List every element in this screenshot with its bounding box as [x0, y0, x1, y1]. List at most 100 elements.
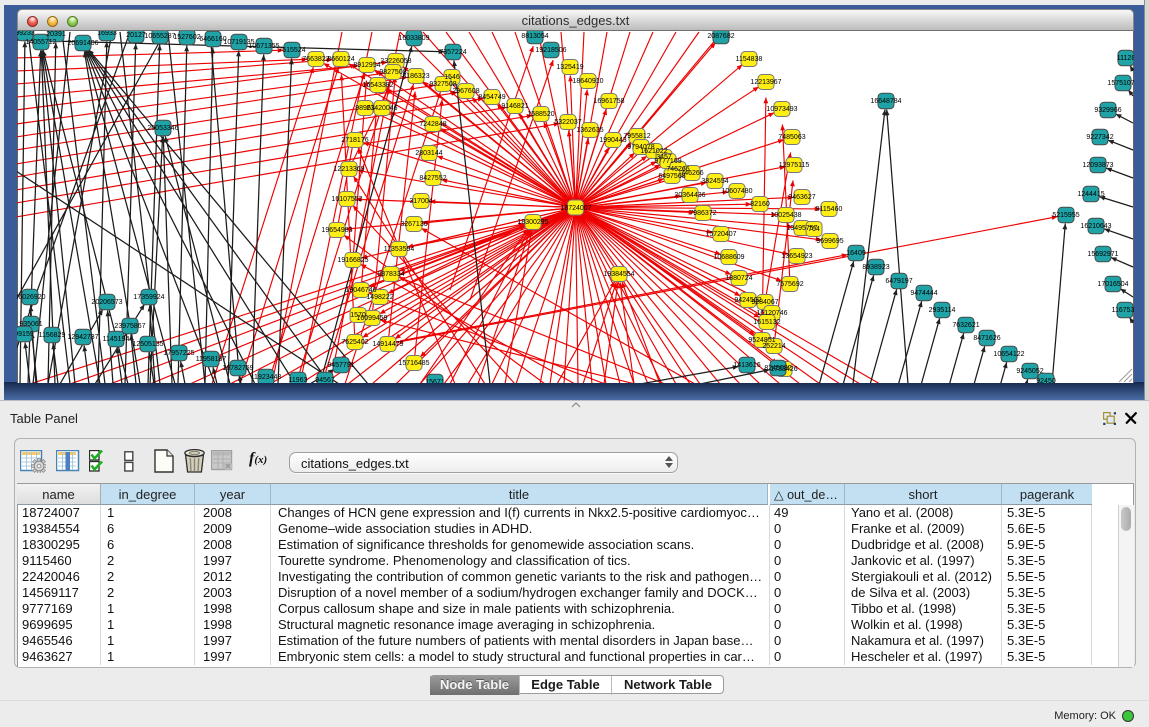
svg-text:19654983: 19654983 [321, 227, 352, 234]
svg-text:7625402: 7625402 [341, 339, 368, 346]
svg-text:10688609: 10688609 [713, 254, 744, 261]
svg-text:8660124: 8660124 [327, 56, 354, 63]
svg-text:15720407: 15720407 [705, 231, 736, 238]
svg-text:15671: 15671 [425, 379, 445, 383]
svg-text:10025438: 10025438 [770, 212, 801, 219]
svg-text:16961758: 16961758 [593, 98, 624, 105]
svg-text:1244415: 1244415 [1077, 191, 1104, 198]
svg-text:10655287: 10655287 [144, 33, 175, 40]
svg-text:7485063: 7485063 [778, 134, 805, 141]
svg-text:14914479: 14914479 [372, 341, 403, 348]
svg-text:17957225: 17957225 [163, 350, 194, 357]
svg-text:15751074: 15751074 [1107, 80, 1134, 87]
svg-text:8878334: 8878334 [377, 271, 404, 278]
svg-text:19218506: 19218506 [535, 47, 566, 54]
svg-text:18640910: 18640910 [572, 78, 603, 85]
svg-text:82160: 82160 [750, 201, 770, 208]
svg-text:20391: 20391 [46, 31, 66, 38]
svg-text:7955812: 7955812 [623, 133, 650, 140]
svg-text:20364436: 20364436 [674, 192, 705, 199]
svg-text:7242848: 7242848 [419, 121, 446, 128]
svg-text:1498222: 1498222 [366, 294, 393, 301]
svg-text:2803144: 2803144 [415, 150, 442, 157]
svg-text:1615132: 1615132 [753, 319, 780, 326]
svg-text:764: 764 [808, 226, 820, 233]
svg-text:18300295: 18300295 [517, 219, 548, 226]
svg-text:9777169: 9777169 [654, 158, 681, 165]
svg-text:8245032: 8245032 [764, 365, 791, 372]
svg-text:9329966: 9329966 [1094, 107, 1121, 114]
svg-text:9327508: 9327508 [429, 81, 456, 88]
svg-text:17359924: 17359924 [133, 294, 164, 301]
svg-text:99159: 99159 [17, 331, 34, 338]
svg-text:6479197: 6479197 [885, 278, 912, 285]
svg-text:1362635: 1362635 [576, 127, 603, 134]
svg-text:12505135: 12505135 [132, 341, 163, 348]
svg-text:1154838: 1154838 [736, 56, 763, 63]
svg-text:2087682: 2087682 [707, 33, 734, 40]
svg-text:9115460: 9115460 [816, 206, 843, 213]
svg-text:23975867: 23975867 [114, 323, 145, 330]
svg-text:2935114: 2935114 [929, 307, 956, 314]
svg-text:12942737: 12942737 [67, 334, 98, 341]
svg-text:11963: 11963 [289, 377, 308, 383]
svg-text:9474444: 9474444 [910, 290, 937, 297]
svg-text:92450: 92450 [1036, 378, 1056, 383]
svg-text:9284067: 9284067 [751, 299, 778, 306]
svg-text:16033809: 16033809 [398, 35, 429, 42]
svg-text:3824554: 3824554 [701, 178, 728, 185]
svg-text:8454749: 8454749 [478, 94, 505, 101]
svg-text:1588520: 1588520 [527, 111, 554, 118]
svg-text:10654122: 10654122 [993, 351, 1024, 358]
svg-text:20053346: 20053346 [147, 125, 178, 132]
svg-text:12213967: 12213967 [750, 79, 781, 86]
svg-text:9699695: 9699695 [816, 238, 843, 245]
svg-text:8427552: 8427552 [419, 175, 446, 182]
svg-text:7986372: 7986372 [689, 210, 716, 217]
svg-text:7632621: 7632621 [952, 322, 979, 329]
svg-text:317004: 317004 [409, 198, 432, 205]
svg-text:19046746: 19046746 [345, 287, 376, 294]
svg-text:19384554: 19384554 [603, 271, 634, 278]
svg-text:14055712: 14055712 [25, 39, 56, 46]
svg-text:1527602: 1527602 [173, 34, 200, 41]
svg-text:15716485: 15716485 [398, 360, 429, 367]
svg-text:12093873: 12093873 [1082, 162, 1113, 169]
svg-text:8813054: 8813054 [521, 33, 548, 40]
svg-text:18724007: 18724007 [560, 205, 591, 212]
svg-text:935061: 935061 [19, 321, 42, 328]
svg-text:7663822: 7663822 [302, 56, 329, 63]
svg-text:9245052: 9245052 [1016, 368, 1043, 375]
svg-text:8912954: 8912954 [353, 62, 380, 69]
svg-text:8186323: 8186323 [402, 73, 429, 80]
svg-text:16543382: 16543382 [362, 82, 393, 89]
svg-text:3267130: 3267130 [400, 221, 427, 228]
svg-text:20691406: 20691406 [67, 40, 98, 47]
svg-text:1413616: 1413616 [733, 362, 760, 369]
svg-text:1156829: 1156829 [39, 332, 66, 339]
svg-text:11923448: 11923448 [251, 374, 282, 381]
svg-text:16210643: 16210643 [1080, 223, 1111, 230]
svg-text:26026920: 26026920 [17, 294, 46, 301]
svg-text:15692971: 15692971 [1087, 251, 1118, 258]
svg-text:1325419: 1325419 [556, 64, 583, 71]
svg-text:9146821: 9146821 [501, 103, 528, 110]
svg-text:9227342: 9227342 [1086, 134, 1113, 141]
svg-text:16782759: 16782759 [222, 365, 253, 372]
svg-text:1570: 1570 [350, 312, 366, 319]
svg-text:16648784: 16648784 [870, 98, 901, 105]
svg-text:8471626: 8471626 [973, 335, 1000, 342]
svg-text:1145194: 1145194 [103, 336, 130, 343]
svg-text:9463627: 9463627 [788, 194, 815, 201]
svg-text:16933: 16933 [97, 31, 117, 37]
svg-text:252214: 252214 [762, 343, 785, 350]
svg-text:5215955: 5215955 [1052, 212, 1079, 219]
svg-text:1880724: 1880724 [725, 275, 752, 282]
svg-text:2718176: 2718176 [341, 137, 368, 144]
svg-text:23420046: 23420046 [366, 105, 397, 112]
svg-text:7575692: 7575692 [776, 281, 803, 288]
svg-text:17016504: 17016504 [1097, 281, 1128, 288]
svg-text:1546: 1546 [444, 74, 460, 81]
svg-text:6497568: 6497568 [658, 173, 685, 180]
svg-text:99233: 99233 [17, 31, 35, 37]
